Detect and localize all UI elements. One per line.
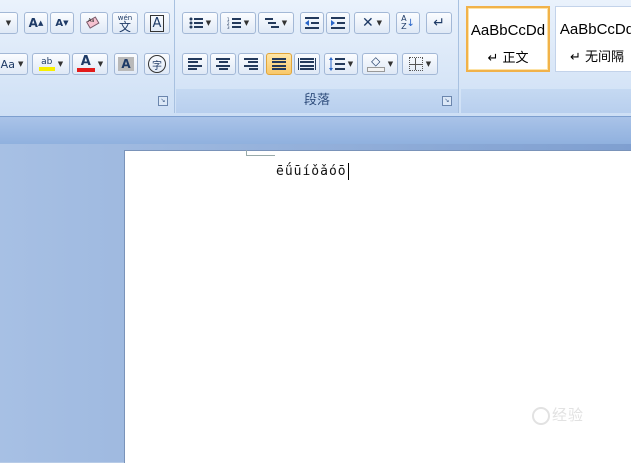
- style-sample: AaBbCcDd: [559, 21, 631, 38]
- align-right-icon: [244, 58, 258, 70]
- justify-icon: [272, 58, 286, 70]
- chevron-down-icon: ▼: [205, 19, 212, 27]
- font-color-button[interactable]: A ▼: [72, 53, 108, 75]
- chevron-down-icon: ▼: [57, 60, 64, 68]
- multilevel-list-button[interactable]: ▼: [258, 12, 294, 34]
- font-color-label: A: [80, 54, 91, 69]
- shrink-font-button[interactable]: A ▼: [50, 12, 74, 34]
- increase-indent-icon: [331, 17, 345, 29]
- chevron-down-icon: ▼: [347, 60, 354, 68]
- bullets-button[interactable]: ▼: [182, 12, 218, 34]
- highlighter-label: ab: [41, 57, 53, 67]
- char-shading-icon: A: [118, 57, 134, 71]
- align-center-icon: [216, 58, 230, 70]
- shading-button[interactable]: ◇ ▼: [362, 53, 398, 75]
- highlighter-icon: ab: [38, 57, 55, 71]
- chevron-down-icon: ▼: [425, 60, 432, 68]
- ruler-strip: [0, 116, 631, 145]
- chevron-down-icon: ▼: [5, 19, 12, 27]
- font-color-bar: [76, 68, 95, 72]
- change-case-icon: Aa: [0, 57, 15, 71]
- paragraph-dialog-launcher-icon[interactable]: ↘: [442, 96, 452, 106]
- highlight-color-button[interactable]: ab ▼: [32, 53, 70, 75]
- sort-arrow-icon: ↓: [406, 17, 415, 29]
- svg-text:3: 3: [227, 25, 230, 29]
- font-color-icon: A: [76, 54, 95, 72]
- chevron-down-icon: ▼: [376, 19, 383, 27]
- grow-font-icon: A: [28, 16, 38, 30]
- font-size-dropdown[interactable]: ▼: [0, 12, 18, 34]
- shrink-font-icon: A: [55, 17, 64, 29]
- grow-font-button[interactable]: A ▲: [24, 12, 48, 34]
- svg-text:Aa: Aa: [88, 18, 94, 24]
- show-marks-button[interactable]: ↵: [426, 12, 452, 34]
- align-left-button[interactable]: [182, 53, 208, 75]
- numbered-list-icon: 123: [227, 17, 241, 29]
- eraser-icon: Aa: [85, 16, 100, 29]
- enclose-char-button[interactable]: 字: [144, 53, 170, 75]
- shading-color-bar: [366, 67, 385, 72]
- paint-bucket-icon: ◇: [366, 55, 385, 72]
- border-grid-icon: [408, 57, 423, 71]
- numbering-button[interactable]: 123 ▼: [220, 12, 256, 34]
- text-cursor: [347, 163, 349, 180]
- page-margin-marker: [246, 150, 275, 156]
- font-group: ▼ A ▲ A ▼ Aa wén 文 A Aa ▼ ab ▼ A ▼ A 字 ↘: [0, 0, 175, 113]
- chevron-down-icon: ▼: [17, 60, 24, 68]
- style-name: ↵ 正文: [487, 51, 529, 66]
- clear-format-button[interactable]: Aa: [80, 12, 108, 34]
- decrease-indent-icon: [305, 17, 319, 29]
- paragraph-group-label: 段落: [176, 89, 458, 113]
- char-shading-button[interactable]: A: [114, 53, 138, 75]
- sort-button[interactable]: A Z ↓: [396, 12, 420, 34]
- chinese-layout-button[interactable]: ✕ ▼: [354, 12, 390, 34]
- chevron-down-icon: ▼: [387, 60, 394, 68]
- chevron-down-icon: ▼: [243, 19, 250, 27]
- align-center-button[interactable]: [210, 53, 236, 75]
- align-left-icon: [188, 58, 202, 70]
- paragraph-group: ▼ 123 ▼ ▼ ✕ ▼ A Z ↓ ↵ ▼ ◇ ▼ ▼ 段落 ↘: [176, 0, 459, 113]
- change-case-button[interactable]: Aa ▼: [0, 53, 28, 75]
- font-dialog-launcher-icon[interactable]: ↘: [158, 96, 168, 106]
- decrease-indent-button[interactable]: [300, 12, 324, 34]
- char-border-icon: A: [149, 14, 165, 32]
- style-name: ↵ 无间隔: [569, 50, 625, 65]
- phonetic-char: 文: [118, 20, 131, 34]
- chevron-down-icon: ▼: [281, 19, 288, 27]
- watermark: 经验: [532, 404, 584, 425]
- styles-group-label: [461, 89, 631, 113]
- highlight-color-bar: [38, 67, 55, 71]
- distributed-button[interactable]: [294, 53, 320, 75]
- align-right-button[interactable]: [238, 53, 264, 75]
- borders-button[interactable]: ▼: [402, 53, 438, 75]
- style-normal[interactable]: AaBbCcDd ↵ 正文: [466, 6, 550, 72]
- watermark-logo-icon: [532, 406, 550, 425]
- line-spacing-button[interactable]: ▼: [324, 53, 358, 75]
- bullet-list-icon: [189, 17, 203, 29]
- chinese-layout-icon: ✕: [361, 15, 374, 31]
- styles-gallery: AaBbCcDd ↵ 正文 AaBbCcDd ↵ 无间隔: [461, 0, 631, 113]
- increase-indent-button[interactable]: [326, 12, 350, 34]
- distributed-icon: [298, 58, 316, 70]
- style-no-spacing[interactable]: AaBbCcDd ↵ 无间隔: [555, 6, 631, 72]
- document-text[interactable]: ēǘūíǒǎóō: [276, 163, 349, 180]
- char-border-button[interactable]: A: [144, 12, 170, 34]
- enclose-char-icon: 字: [148, 55, 166, 73]
- multilevel-list-icon: [264, 18, 279, 28]
- paragraph-mark-icon: ↵: [433, 15, 445, 31]
- document-text-content: ēǘūíǒǎóō: [276, 164, 347, 179]
- chevron-down-icon: ▼: [97, 60, 104, 68]
- phonetic-guide-button[interactable]: wén 文: [112, 12, 138, 34]
- line-spacing-icon: [328, 57, 345, 71]
- watermark-text: 经验: [552, 406, 585, 424]
- ribbon: ▼ A ▲ A ▼ Aa wén 文 A Aa ▼ ab ▼ A ▼ A 字 ↘…: [0, 0, 631, 116]
- justify-button[interactable]: [266, 53, 292, 75]
- style-sample: AaBbCcDd: [470, 22, 546, 39]
